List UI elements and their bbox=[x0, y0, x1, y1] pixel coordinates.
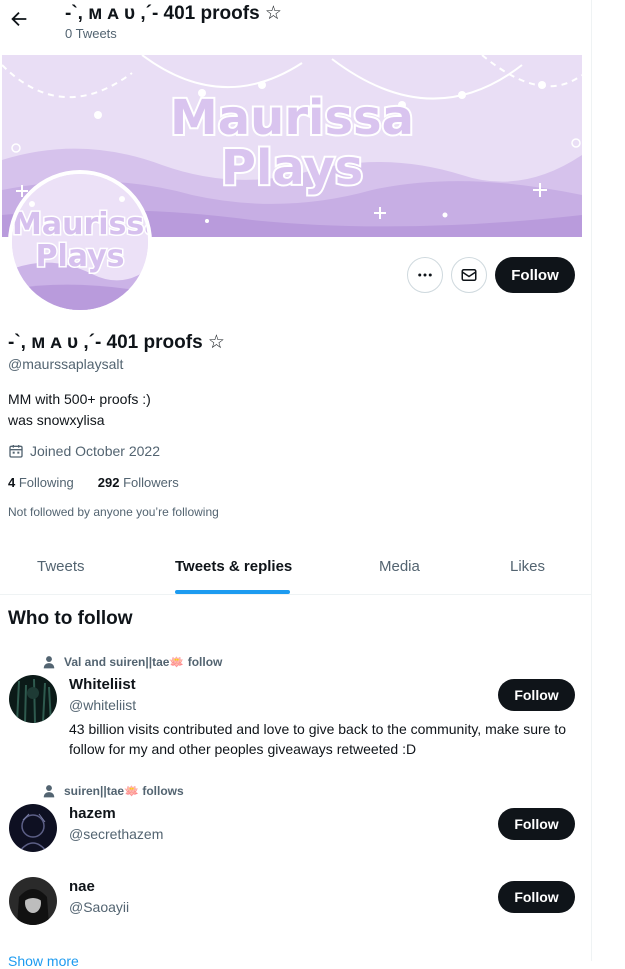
user-name[interactable]: hazem bbox=[69, 805, 116, 822]
user-avatar[interactable] bbox=[9, 877, 57, 925]
calendar-icon bbox=[9, 445, 23, 458]
user-handle: @Saoayii bbox=[69, 899, 130, 915]
joined-date-text: Joined October 2022 bbox=[30, 443, 160, 459]
profile-column: -`, ᴍ ᴀ ᴜ ,´- 401 proofs ☆ 0 Tweets Maur… bbox=[0, 0, 592, 969]
avatar-text-line1: Maurissa bbox=[12, 207, 148, 242]
user-avatar[interactable] bbox=[9, 675, 57, 723]
follow-counts: 4 Following 292 Followers bbox=[8, 475, 179, 490]
profile-bio-line1: MM with 500+ proofs :) bbox=[8, 391, 151, 407]
banner-title-line1: Maurissa bbox=[168, 90, 416, 146]
header-tweet-count: 0 Tweets bbox=[65, 26, 117, 41]
avatar-text-line2: Plays bbox=[34, 239, 126, 274]
joined-date: Joined October 2022 bbox=[8, 443, 160, 459]
back-arrow-icon[interactable] bbox=[8, 8, 30, 30]
envelope-icon bbox=[461, 269, 477, 281]
who-to-follow-title: Who to follow bbox=[8, 608, 133, 629]
following-label: Following bbox=[18, 475, 74, 490]
show-more-link[interactable]: Show more bbox=[8, 953, 79, 969]
social-context-text: suiren||tae🪷 follows bbox=[64, 784, 184, 798]
person-icon bbox=[43, 656, 55, 669]
user-bio: 43 billion visits contributed and love t… bbox=[69, 721, 566, 757]
mutuals-note: Not followed by anyone you’re following bbox=[8, 505, 219, 519]
profile-display-name: -`, ᴍ ᴀ ᴜ ,´- 401 proofs ☆ bbox=[8, 332, 225, 353]
following-count: 4 bbox=[8, 475, 16, 490]
social-context: suiren||tae🪷 follows bbox=[42, 784, 184, 798]
followers-count: 292 bbox=[97, 475, 120, 490]
followers-label: Followers bbox=[123, 475, 179, 490]
tab-tweets[interactable]: Tweets bbox=[37, 558, 85, 575]
profile-tabs: Tweets Tweets & replies Media Likes bbox=[0, 545, 591, 595]
profile-bio-line2: was snowxylisa bbox=[8, 412, 105, 428]
profile-header-bar: -`, ᴍ ᴀ ᴜ ,´- 401 proofs ☆ 0 Tweets bbox=[0, 0, 591, 50]
tab-likes[interactable]: Likes bbox=[510, 558, 545, 575]
tab-tweets-replies[interactable]: Tweets & replies bbox=[175, 558, 292, 575]
follow-user-button[interactable]: Follow bbox=[498, 808, 575, 840]
user-name[interactable]: nae bbox=[69, 878, 95, 895]
follow-user-button[interactable]: Follow bbox=[498, 881, 575, 913]
profile-handle: @maurssaplaysalt bbox=[8, 356, 124, 372]
more-icon bbox=[418, 273, 432, 277]
follow-user-button[interactable]: Follow bbox=[498, 679, 575, 711]
tab-media[interactable]: Media bbox=[379, 558, 420, 575]
user-avatar[interactable] bbox=[9, 804, 57, 852]
user-handle: @secrethazem bbox=[69, 826, 164, 842]
followers-link[interactable]: 292 Followers bbox=[98, 475, 179, 490]
user-name[interactable]: Whiteliist bbox=[69, 676, 136, 693]
header-title: -`, ᴍ ᴀ ᴜ ,´- 401 proofs ☆ bbox=[65, 3, 282, 24]
right-sidebar-edge bbox=[592, 0, 625, 961]
profile-avatar[interactable]: Maurissa Plays bbox=[8, 170, 152, 314]
active-tab-indicator bbox=[175, 590, 290, 594]
person-icon bbox=[43, 785, 55, 798]
more-options-button[interactable] bbox=[407, 257, 443, 293]
message-button[interactable] bbox=[451, 257, 487, 293]
social-context: Val and suiren||tae🪷 follow bbox=[42, 655, 222, 669]
following-link[interactable]: 4 Following bbox=[8, 475, 74, 490]
social-context-text: Val and suiren||tae🪷 follow bbox=[64, 655, 223, 669]
user-handle: @whiteliist bbox=[69, 697, 137, 713]
follow-button[interactable]: Follow bbox=[495, 257, 575, 293]
avatar-image: Maurissa Plays bbox=[12, 174, 148, 310]
